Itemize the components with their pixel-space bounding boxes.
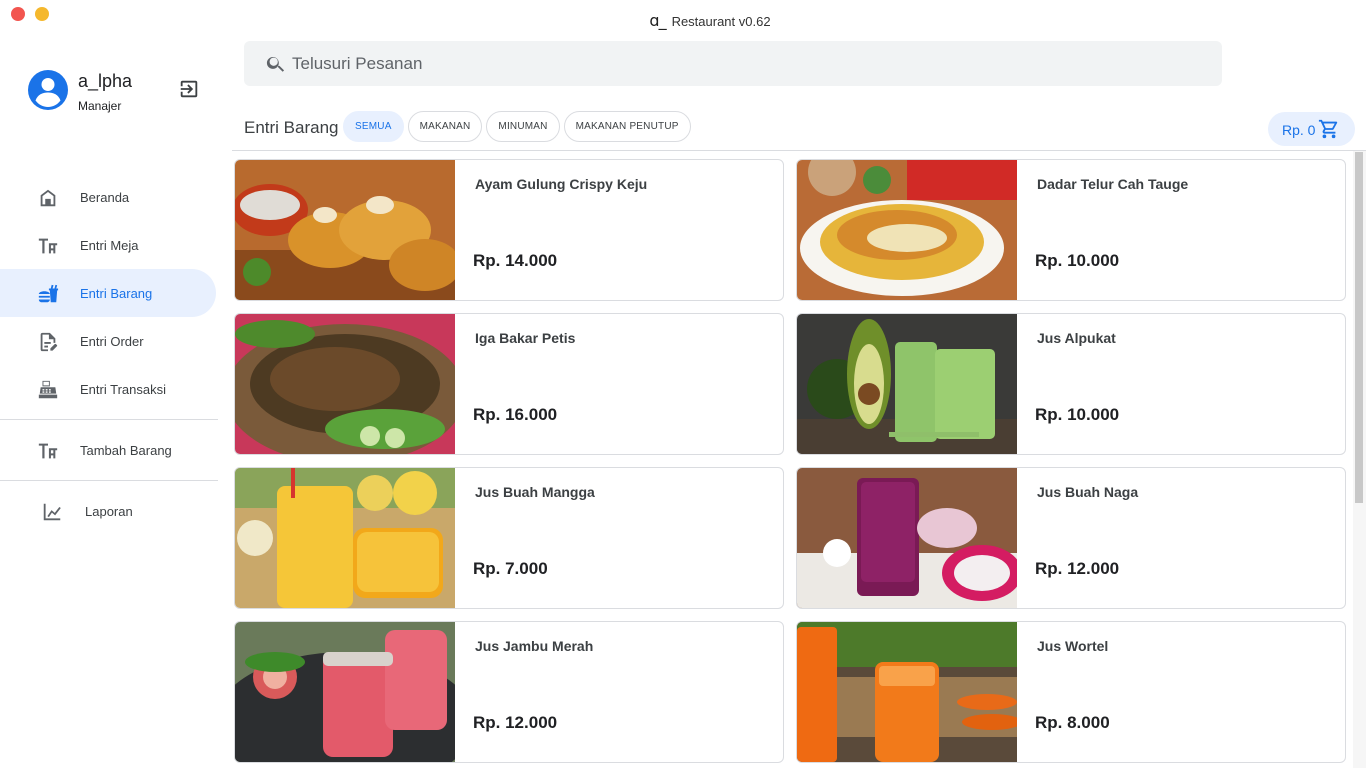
cart-button[interactable]: Rp. 0 — [1268, 112, 1355, 146]
sidebar-item-entri-barang[interactable]: Entri Barang — [0, 269, 216, 317]
table-icon — [38, 238, 58, 254]
sidebar-item-label: Entri Meja — [80, 238, 139, 253]
product-name: Jus Jambu Merah — [475, 638, 594, 654]
product-name: Iga Bakar Petis — [475, 330, 576, 346]
table-add-icon — [38, 443, 58, 459]
user-role: Manajer — [78, 99, 122, 113]
category-filters: SEMUA MAKANAN MINUMAN MAKANAN PENUTUP — [343, 111, 691, 142]
sidebar-item-entri-order[interactable]: Entri Order — [0, 317, 216, 365]
account-circle-icon — [28, 70, 68, 110]
product-name: Dadar Telur Cah Tauge — [1037, 176, 1189, 192]
search-bar[interactable] — [244, 41, 1222, 86]
product-card[interactable]: Jus Jambu Merah Rp. 12.000 — [234, 621, 784, 763]
sidebar-divider — [0, 419, 218, 420]
sidebar-item-label: Entri Transaksi — [80, 382, 166, 397]
product-image — [797, 314, 1017, 454]
product-price: Rp. 7.000 — [473, 559, 548, 578]
filter-chip-minuman[interactable]: MINUMAN — [486, 111, 560, 142]
product-card[interactable]: Iga Bakar Petis Rp. 16.000 — [234, 313, 784, 455]
product-card[interactable]: Dadar Telur Cah Tauge Rp. 10.000 — [796, 159, 1346, 301]
app-logo: ɑ_ — [649, 11, 666, 30]
product-name: Jus Buah Mangga — [475, 484, 595, 500]
sidebar-item-label: Beranda — [80, 190, 130, 205]
product-image — [797, 622, 1017, 762]
logout-icon[interactable] — [178, 78, 200, 100]
scrollbar-thumb[interactable] — [1355, 152, 1363, 503]
sidebar-item-entri-transaksi[interactable]: Entri Transaksi — [0, 365, 216, 413]
window-title: ɑ_ Restaurant v0.62 — [0, 11, 1366, 30]
section-title: Entri Barang — [244, 118, 339, 137]
product-image — [797, 468, 1017, 608]
product-image — [235, 160, 455, 300]
shopping-cart-icon — [1318, 119, 1338, 139]
filter-chip-makanan[interactable]: MAKANAN — [407, 111, 483, 142]
search-icon — [266, 56, 285, 72]
user-name: a_lpha — [78, 71, 133, 91]
sidebar-divider — [0, 480, 218, 481]
sidebar-nav: Beranda Entri Meja Entri Barang Entri Or… — [0, 173, 218, 535]
content-scrollbar[interactable] — [1353, 151, 1366, 768]
product-price: Rp. 16.000 — [473, 405, 558, 424]
cart-total: Rp. 0 — [1282, 122, 1316, 138]
sidebar-item-label: Entri Barang — [80, 286, 153, 301]
product-name: Ayam Gulung Crispy Keju — [475, 176, 648, 192]
header-divider — [232, 150, 1366, 151]
product-price: Rp. 10.000 — [1035, 405, 1120, 424]
search-input[interactable] — [292, 41, 1192, 86]
food-icon — [38, 284, 59, 303]
cash-register-icon — [38, 380, 58, 399]
product-price: Rp. 12.000 — [1035, 559, 1120, 578]
product-image — [235, 468, 455, 608]
sidebar-item-tambah-barang[interactable]: Tambah Barang — [0, 426, 216, 474]
product-image — [235, 314, 455, 454]
sidebar-item-entri-meja[interactable]: Entri Meja — [0, 221, 216, 269]
filter-chip-makanan-penutup[interactable]: MAKANAN PENUTUP — [563, 111, 691, 142]
product-card[interactable]: Ayam Gulung Crispy Keju Rp. 14.000 — [234, 159, 784, 301]
home-icon — [40, 189, 56, 207]
product-price: Rp. 14.000 — [473, 251, 558, 270]
product-card[interactable]: Jus Alpukat Rp. 10.000 — [796, 313, 1346, 455]
title-bar: ɑ_ Restaurant v0.62 — [0, 0, 1366, 36]
product-card[interactable]: Jus Wortel Rp. 8.000 — [796, 621, 1346, 763]
sidebar-item-beranda[interactable]: Beranda — [0, 173, 216, 221]
product-name: Jus Wortel — [1037, 638, 1109, 654]
sidebar: a_lpha Manajer Beranda Entri Meja Entri … — [0, 36, 218, 768]
sidebar-item-label: Entri Order — [80, 334, 144, 349]
app-title-text: Restaurant v0.62 — [671, 14, 771, 29]
sidebar-item-laporan[interactable]: Laporan — [0, 487, 216, 535]
filter-chip-semua[interactable]: SEMUA — [343, 111, 404, 142]
sidebar-item-label: Tambah Barang — [80, 443, 172, 458]
product-name: Jus Buah Naga — [1037, 484, 1139, 500]
product-card[interactable]: Jus Buah Naga Rp. 12.000 — [796, 467, 1346, 609]
product-image — [797, 160, 1017, 300]
sidebar-item-label: Laporan — [85, 504, 133, 519]
order-icon — [40, 332, 58, 352]
product-card[interactable]: Jus Buah Mangga Rp. 7.000 — [234, 467, 784, 609]
product-image — [235, 622, 455, 762]
product-price: Rp. 12.000 — [473, 713, 558, 732]
user-profile: a_lpha Manajer — [28, 70, 218, 114]
product-name: Jus Alpukat — [1037, 330, 1116, 346]
product-price: Rp. 10.000 — [1035, 251, 1120, 270]
product-price: Rp. 8.000 — [1035, 713, 1110, 732]
chart-line-icon — [43, 503, 61, 521]
